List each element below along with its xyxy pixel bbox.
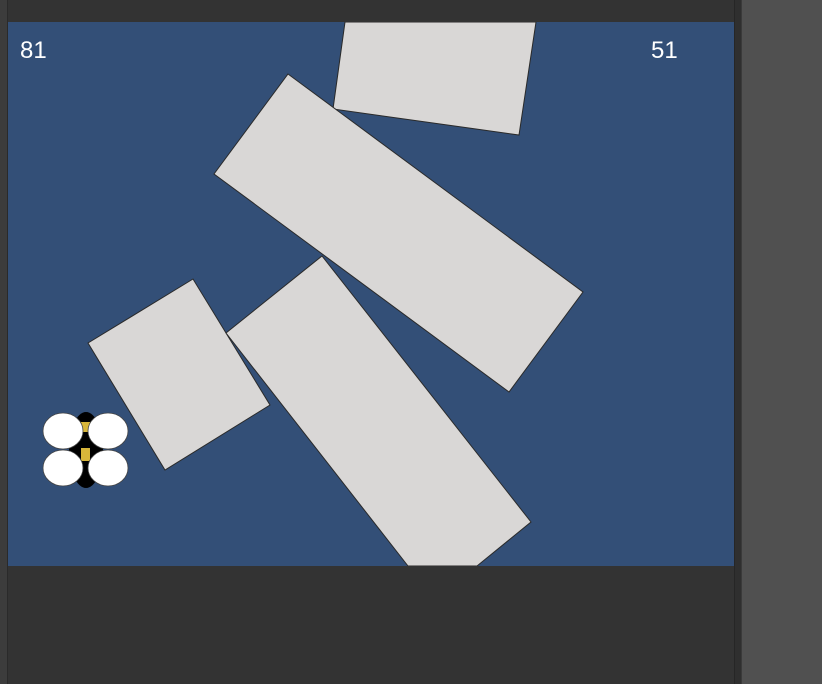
side-panel xyxy=(742,0,822,684)
score-right: 51 xyxy=(651,37,678,64)
game-canvas[interactable]: 81 51 xyxy=(8,22,734,566)
block-top xyxy=(332,22,537,136)
game-scene xyxy=(42,22,584,566)
window-left-edge xyxy=(0,0,8,684)
score-left: 81 xyxy=(20,37,47,64)
bee-icon xyxy=(42,412,129,488)
panel-divider[interactable] xyxy=(734,0,742,684)
